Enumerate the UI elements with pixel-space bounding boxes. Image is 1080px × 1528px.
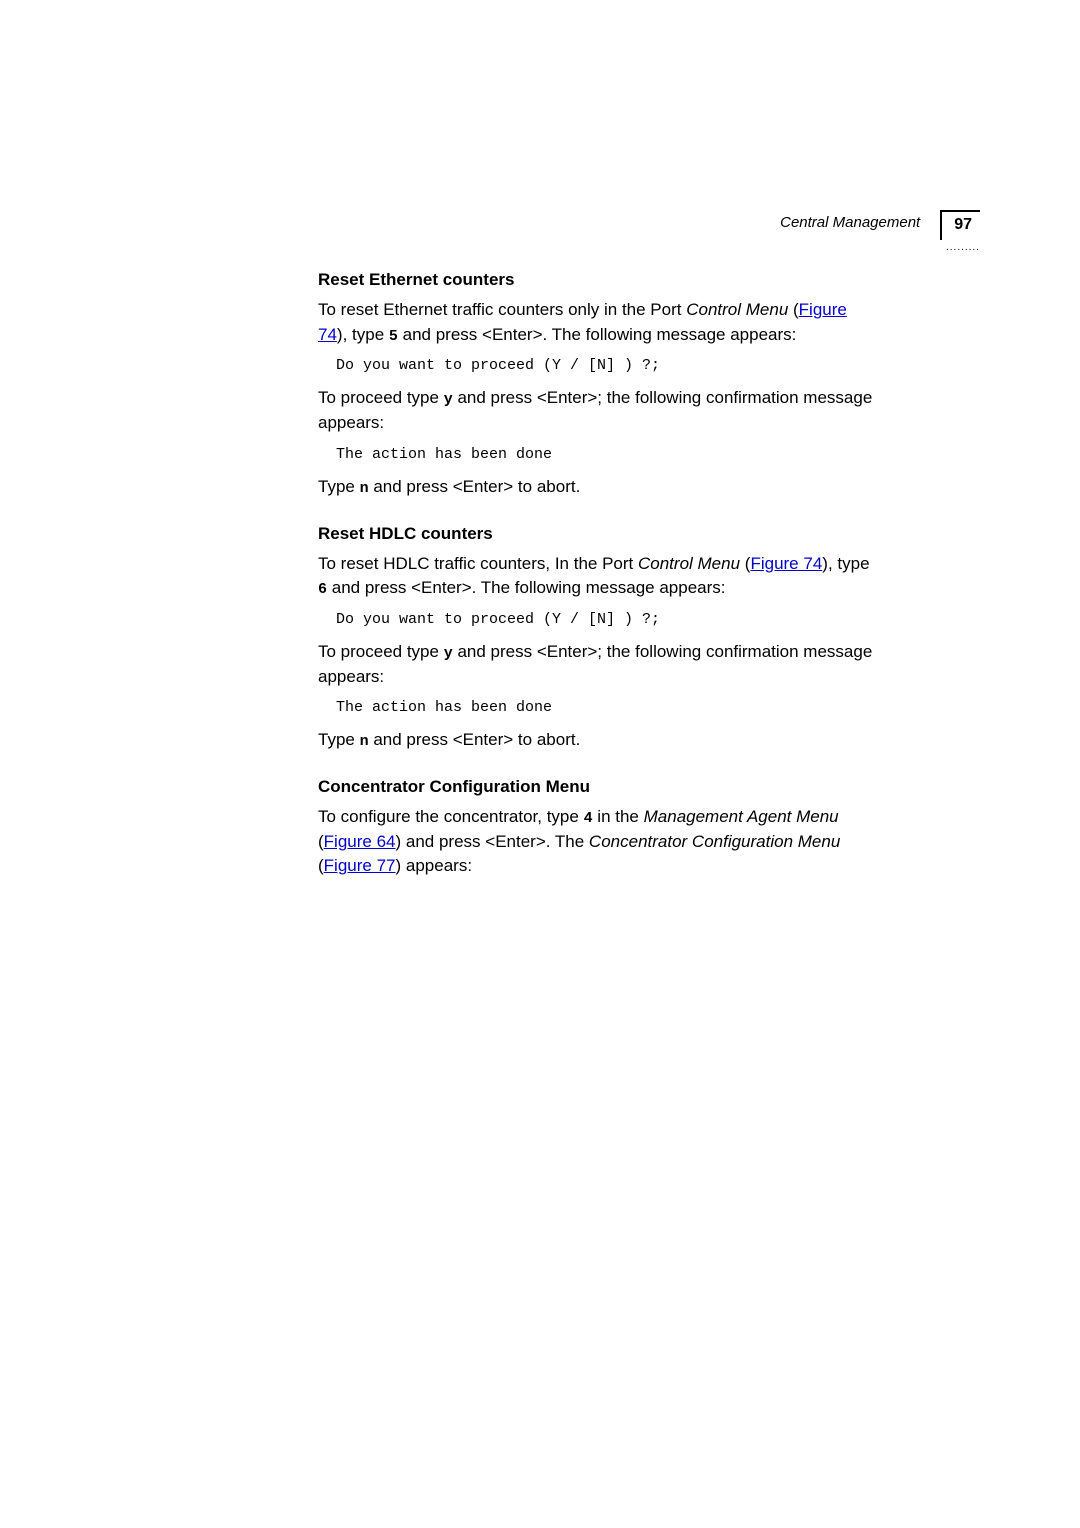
page-header: Central Management 97 xyxy=(780,210,980,240)
code-s2-prompt: Do you want to proceed (Y / [N] ) ?; xyxy=(336,611,878,628)
link-figure-74-b[interactable]: Figure 74 xyxy=(750,554,822,573)
para-s2-1: To reset HDLC traffic counters, In the P… xyxy=(318,552,878,601)
para-s1-3: Type n and press <Enter> to abort. xyxy=(318,475,878,500)
code-s2-done: The action has been done xyxy=(336,699,878,716)
section-heading-concentrator: Concentrator Configuration Menu xyxy=(318,777,878,797)
para-s1-2: To proceed type y and press <Enter>; the… xyxy=(318,386,878,435)
code-s1-prompt: Do you want to proceed (Y / [N] ) ?; xyxy=(336,357,878,374)
page-number-box: 97 xyxy=(940,210,980,240)
link-figure-64[interactable]: Figure 64 xyxy=(324,832,396,851)
content-column: Reset Ethernet counters To reset Etherne… xyxy=(318,210,878,879)
para-s2-2: To proceed type y and press <Enter>; the… xyxy=(318,640,878,689)
section-heading-reset-ethernet: Reset Ethernet counters xyxy=(318,270,878,290)
para-s1-1: To reset Ethernet traffic counters only … xyxy=(318,298,878,347)
link-figure-77[interactable]: Figure 77 xyxy=(324,856,396,875)
section-heading-reset-hdlc: Reset HDLC counters xyxy=(318,524,878,544)
para-s2-3: Type n and press <Enter> to abort. xyxy=(318,728,878,753)
page-number: 97 xyxy=(954,216,972,233)
para-s3-1: To configure the concentrator, type 4 in… xyxy=(318,805,878,879)
page-body: Reset Ethernet counters To reset Etherne… xyxy=(0,0,1080,879)
code-s1-done: The action has been done xyxy=(336,446,878,463)
header-dots: ......... xyxy=(946,242,980,253)
header-section-title: Central Management xyxy=(780,210,920,231)
